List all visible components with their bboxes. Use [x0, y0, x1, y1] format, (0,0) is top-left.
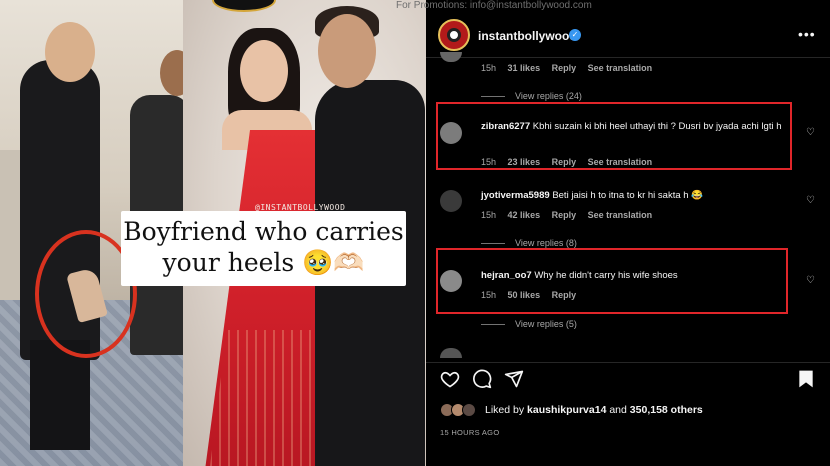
comment-body: jyotiverma5989 Beti jaisi h to itna to k…	[481, 187, 786, 204]
caption-line-2: your heels 🥹🫶🏻	[162, 248, 365, 277]
comment-text: Why he didn't carry his wife shoes	[534, 270, 678, 281]
comment-meta: 15h 23 likes Reply See translation	[481, 157, 661, 167]
comment-likes[interactable]: 50 likes	[508, 290, 541, 300]
header-divider	[426, 57, 830, 58]
post-caption: Boyfriend who carries your heels 🥹🫶🏻	[121, 216, 406, 278]
comment-username[interactable]: jyotiverma5989	[481, 190, 550, 201]
actions-divider	[426, 362, 830, 363]
comment-avatar[interactable]	[440, 190, 462, 212]
woman-face	[240, 40, 288, 102]
comment-time: 15h	[481, 157, 497, 167]
background-person	[0, 150, 22, 300]
promo-text: For Promotions: info@instantbollywood.co…	[396, 0, 592, 11]
bookmark-icon[interactable]	[797, 369, 815, 389]
comment-likes[interactable]: 42 likes	[508, 210, 541, 220]
man-carrying-heels-head	[45, 22, 95, 82]
comment-time: 15h	[481, 210, 497, 220]
comment-icon[interactable]	[472, 369, 492, 389]
see-translation-button[interactable]: See translation	[588, 157, 653, 167]
comment-time: 15h	[481, 63, 497, 73]
post-timestamp[interactable]: 15 HOURS AGO	[440, 428, 499, 437]
likes-prefix: Liked by	[485, 404, 525, 416]
comment-avatar[interactable]	[440, 270, 462, 292]
comment-text: Beti jaisi h to itna to kr hi sakta h 😂	[552, 190, 704, 201]
reply-button[interactable]: Reply	[552, 210, 577, 220]
comment-likes[interactable]: 23 likes	[508, 157, 541, 167]
caption-line-1: Boyfriend who carries	[123, 217, 404, 246]
reply-button[interactable]: Reply	[552, 290, 577, 300]
comment-meta: 15h 50 likes Reply	[481, 290, 585, 300]
comment-like-heart-icon[interactable]: ♡	[806, 275, 815, 286]
see-translation-button[interactable]: See translation	[588, 210, 653, 220]
comment-body: hejran_oo7 Why he didn't carry his wife …	[481, 267, 786, 284]
comment-like-heart-icon[interactable]: ♡	[806, 127, 815, 138]
comment-avatar[interactable]	[440, 122, 462, 144]
heart-icon[interactable]	[440, 369, 460, 389]
comment-meta: 15h 42 likes Reply See translation	[481, 210, 661, 220]
likes-count[interactable]: 350,158 others	[630, 404, 703, 416]
view-replies-button[interactable]: View replies (5)	[481, 319, 577, 329]
comment-username[interactable]: hejran_oo7	[481, 270, 532, 281]
comment-text: Kbhi suzain ki bhi heel uthayi thi ? Dus…	[532, 121, 782, 132]
likes-connector: and	[609, 404, 627, 416]
reply-button[interactable]: Reply	[552, 63, 577, 73]
likes-user[interactable]: kaushikpurva14	[527, 404, 606, 416]
likes-summary: Liked by kaushikpurva14 and 350,158 othe…	[485, 404, 703, 416]
profile-avatar-logo	[447, 28, 461, 42]
comment-body: zibran6277 Kbhi suzain ki bhi heel uthay…	[481, 118, 786, 135]
liker-avatar[interactable]	[462, 403, 476, 417]
comment-meta: 15h 31 likes Reply See translation	[481, 63, 661, 73]
more-options-icon[interactable]: •••	[798, 26, 816, 42]
man-face	[318, 14, 376, 88]
verified-badge-icon: ✓	[569, 29, 581, 41]
reply-button[interactable]: Reply	[552, 157, 577, 167]
comment-time: 15h	[481, 290, 497, 300]
see-translation-button[interactable]: See translation	[588, 63, 653, 73]
header-username[interactable]: instantbollywood	[478, 29, 577, 43]
view-replies-button[interactable]: View replies (8)	[481, 238, 577, 248]
view-replies-button[interactable]: View replies (24)	[481, 91, 582, 101]
comment-like-heart-icon[interactable]: ♡	[806, 195, 815, 206]
share-icon[interactable]	[504, 369, 524, 389]
comment-username[interactable]: zibran6277	[481, 121, 530, 132]
comment-likes[interactable]: 31 likes	[508, 63, 541, 73]
